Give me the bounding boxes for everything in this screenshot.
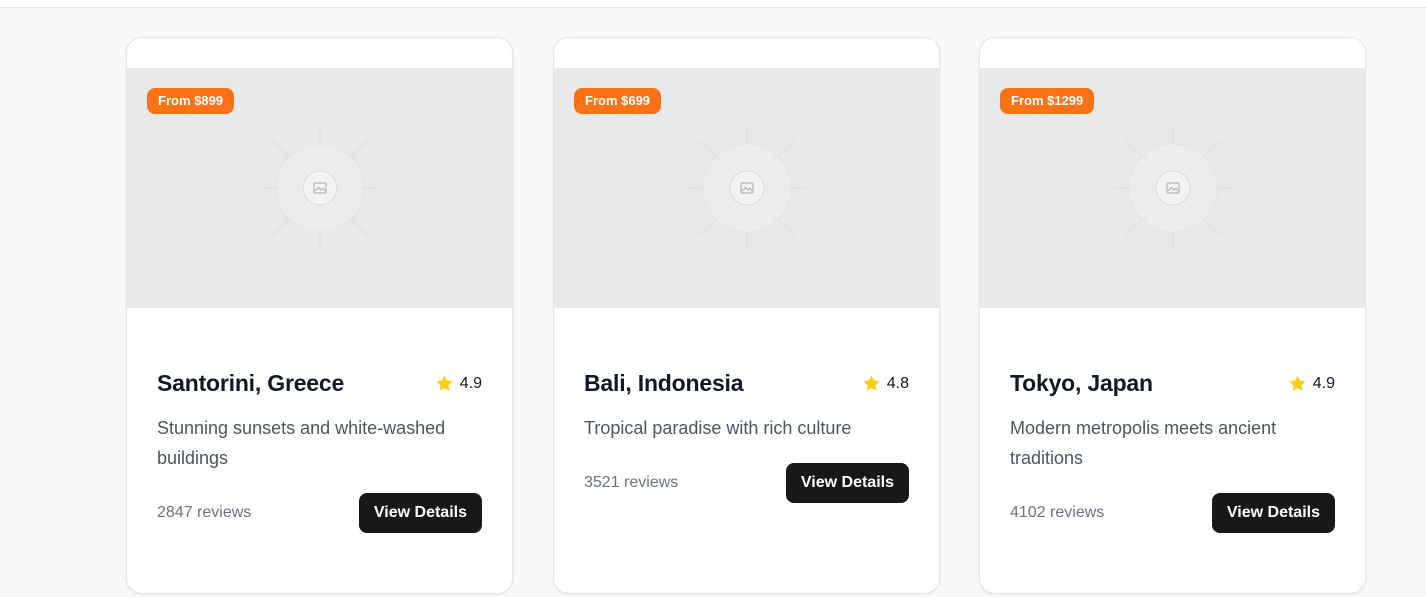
review-count: 3521 reviews	[584, 474, 679, 491]
top-bar	[0, 0, 1426, 8]
card-footer: 2847 reviews View Details	[157, 493, 482, 533]
rating: 4.9	[1288, 374, 1335, 393]
destination-card-santorini[interactable]: From $899 Santorini, Greece 4.9 Stunning…	[126, 37, 513, 594]
image-placeholder-icon	[1112, 128, 1233, 248]
star-icon	[436, 375, 453, 391]
rating-value: 4.8	[886, 374, 909, 392]
destination-description: Modern metropolis meets ancient traditio…	[1010, 418, 1277, 468]
destination-title: Santorini, Greece	[157, 370, 345, 396]
view-details-button[interactable]: View Details	[1211, 493, 1335, 533]
image-placeholder-icon	[259, 128, 380, 248]
destination-description: Tropical paradise with rich culture	[584, 418, 852, 438]
destination-card-tokyo[interactable]: From $1299 Tokyo, Japan 4.9 Modern metro…	[979, 37, 1366, 594]
star-icon	[863, 375, 880, 391]
destination-card-bali[interactable]: From $699 Bali, Indonesia 4.8 Tropical p…	[553, 37, 940, 594]
view-details-button[interactable]: View Details	[358, 493, 482, 533]
destination-description: Stunning sunsets and white-washed buildi…	[157, 418, 446, 468]
star-icon	[1289, 375, 1306, 391]
card-footer: 4102 reviews View Details	[1010, 493, 1335, 533]
rating-value: 4.9	[459, 374, 482, 392]
destination-image: From $1299	[980, 68, 1365, 308]
price-badge: From $1299	[1000, 88, 1095, 114]
destination-title: Tokyo, Japan	[1010, 370, 1153, 396]
destination-image: From $699	[554, 68, 939, 308]
view-details-button[interactable]: View Details	[785, 463, 909, 503]
review-count: 4102 reviews	[1010, 504, 1105, 521]
card-footer: 3521 reviews View Details	[584, 463, 909, 503]
rating: 4.9	[435, 374, 482, 393]
destination-title: Bali, Indonesia	[584, 370, 744, 396]
review-count: 2847 reviews	[157, 504, 252, 521]
rating-value: 4.9	[1312, 374, 1335, 392]
rating: 4.8	[862, 374, 909, 393]
price-badge: From $899	[147, 88, 235, 114]
image-placeholder-icon	[686, 128, 807, 248]
destination-image: From $899	[127, 68, 512, 308]
price-badge: From $699	[574, 88, 662, 114]
